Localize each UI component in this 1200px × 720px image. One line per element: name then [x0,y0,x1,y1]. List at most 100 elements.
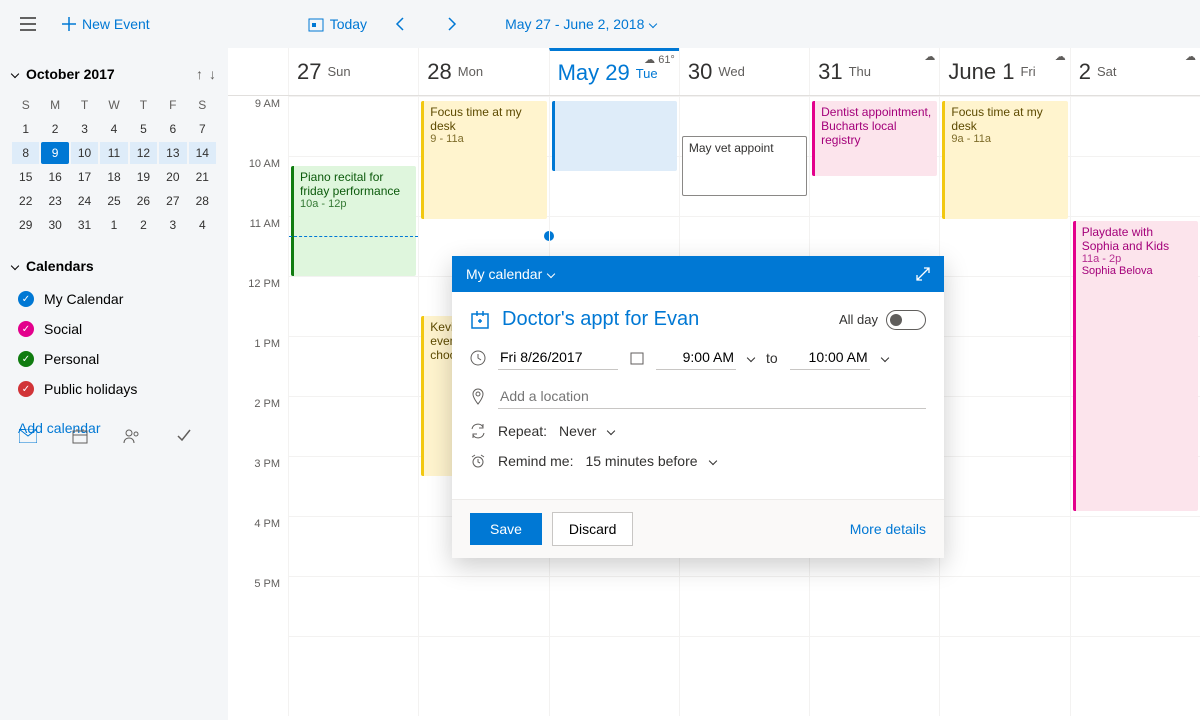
allday-toggle[interactable] [886,310,926,330]
calendar-event[interactable]: Focus time at my desk9a - 11a [942,101,1067,219]
calendar-event[interactable]: Playdate with Sophia and Kids11a - 2pSop… [1073,221,1198,511]
mail-icon[interactable] [12,420,44,452]
calendar-event[interactable]: Dentist appointment, Bucharts local regi… [812,101,937,176]
day-header[interactable]: May 29Tue☁ 61° [549,48,679,95]
mini-cal-dow: T [130,94,157,116]
event-title-input[interactable] [502,308,827,331]
start-time-input[interactable] [656,345,736,370]
mini-cal-day[interactable]: 22 [12,190,39,212]
calendar-event[interactable]: Piano recital for friday performance10a … [291,166,416,276]
chevron-down-icon[interactable] [11,262,19,270]
mini-cal-day[interactable]: 11 [100,142,127,164]
new-event-button[interactable]: New Event [62,16,150,32]
mini-cal-day[interactable]: 31 [71,214,98,236]
day-header[interactable]: 31Thu☁ [809,48,939,95]
mini-cal-day[interactable]: 1 [100,214,127,236]
mini-cal-day[interactable]: 1 [12,118,39,140]
mini-cal-day[interactable]: 4 [100,118,127,140]
day-column[interactable]: Focus time at my desk9a - 11a [939,96,1069,716]
day-number: 2 [1079,59,1091,85]
mini-cal-day[interactable]: 6 [159,118,186,140]
mini-cal-day[interactable]: 24 [71,190,98,212]
chevron-down-icon[interactable] [880,353,888,361]
calendar-item[interactable]: ✓My Calendar [12,284,216,314]
chevron-down-icon[interactable] [547,270,555,278]
popup-calendar-name[interactable]: My calendar [466,266,542,282]
chevron-down-icon[interactable] [708,457,716,465]
calendar-event[interactable]: Focus time at my desk9 - 11a [421,101,546,219]
chevron-down-icon[interactable] [607,427,615,435]
mini-cal-day[interactable]: 10 [71,142,98,164]
calendar-item[interactable]: ✓Public holidays [12,374,216,404]
mini-cal-header: October 2017 ↑ ↓ [12,66,216,82]
time-column: 9 AM10 AM11 AM12 PM1 PM2 PM3 PM4 PM5 PM [228,96,288,716]
day-header[interactable]: 28Mon [418,48,548,95]
chevron-down-icon[interactable] [747,353,755,361]
calendar-event[interactable]: May vet appoint [682,136,807,196]
mini-cal-dow: T [71,94,98,116]
today-button[interactable]: Today [308,16,367,32]
weather-icon: ☁ [1185,50,1196,63]
mini-cal-day[interactable]: 17 [71,166,98,188]
mini-cal-day[interactable]: 4 [189,214,216,236]
calendar-item[interactable]: ✓Social [12,314,216,344]
mini-cal-day[interactable]: 2 [130,214,157,236]
mini-cal-day[interactable]: 18 [100,166,127,188]
day-column[interactable]: Piano recital for friday performance10a … [288,96,418,716]
mini-cal-day[interactable]: 7 [189,118,216,140]
calendar-event[interactable] [552,101,677,171]
calendar-picker-icon[interactable] [630,351,644,365]
mini-cal-day[interactable]: 12 [130,142,157,164]
mini-cal-dow: S [12,94,39,116]
discard-button[interactable]: Discard [552,512,633,546]
location-input[interactable] [498,384,926,409]
day-column[interactable]: Playdate with Sophia and Kids11a - 2pSop… [1070,96,1200,716]
mini-cal-day[interactable]: 3 [159,214,186,236]
mini-cal-day[interactable]: 29 [12,214,39,236]
mini-cal-day[interactable]: 14 [189,142,216,164]
mini-cal-day[interactable]: 27 [159,190,186,212]
hamburger-icon[interactable] [12,8,44,40]
expand-icon[interactable] [916,267,930,281]
day-header[interactable]: 2Sat☁ [1070,48,1200,95]
calendar-item[interactable]: ✓Personal [12,344,216,374]
mini-cal-next-icon[interactable]: ↓ [209,66,216,82]
todo-icon[interactable] [168,420,200,452]
mini-cal-day[interactable]: 8 [12,142,39,164]
mini-cal-day[interactable]: 3 [71,118,98,140]
mini-cal-day[interactable]: 9 [41,142,68,164]
mini-cal-day[interactable]: 19 [130,166,157,188]
time-label: 9 AM [228,96,288,156]
mini-cal-day[interactable]: 21 [189,166,216,188]
prev-week-button[interactable] [385,8,417,40]
end-time-input[interactable] [790,345,870,370]
mini-cal-day[interactable]: 26 [130,190,157,212]
mini-cal-day[interactable]: 28 [189,190,216,212]
save-button[interactable]: Save [470,513,542,545]
chevron-down-icon[interactable] [11,70,19,78]
weather-icon: ☁ [1055,50,1066,63]
date-range-picker[interactable]: May 27 - June 2, 2018 [505,16,656,32]
people-icon[interactable] [116,420,148,452]
mini-cal-day[interactable]: 30 [41,214,68,236]
day-header[interactable]: June 1Fri☁ [939,48,1069,95]
mini-cal-month: October 2017 [26,66,115,82]
mini-cal-day[interactable]: 2 [41,118,68,140]
mini-cal-day[interactable]: 5 [130,118,157,140]
mini-cal-day[interactable]: 25 [100,190,127,212]
repeat-value[interactable]: Never [559,423,596,439]
mini-cal-day[interactable]: 16 [41,166,68,188]
day-header[interactable]: 27Sun [288,48,418,95]
mini-cal-day[interactable]: 23 [41,190,68,212]
event-icon [470,310,490,330]
mini-cal-day[interactable]: 20 [159,166,186,188]
next-week-button[interactable] [435,8,467,40]
mini-cal-prev-icon[interactable]: ↑ [196,66,203,82]
mini-cal-day[interactable]: 13 [159,142,186,164]
more-details-link[interactable]: More details [850,521,926,537]
mini-cal-day[interactable]: 15 [12,166,39,188]
remind-value[interactable]: 15 minutes before [585,453,697,469]
calendar-icon[interactable] [64,420,96,452]
day-header[interactable]: 30Wed [679,48,809,95]
date-input[interactable] [498,345,618,370]
